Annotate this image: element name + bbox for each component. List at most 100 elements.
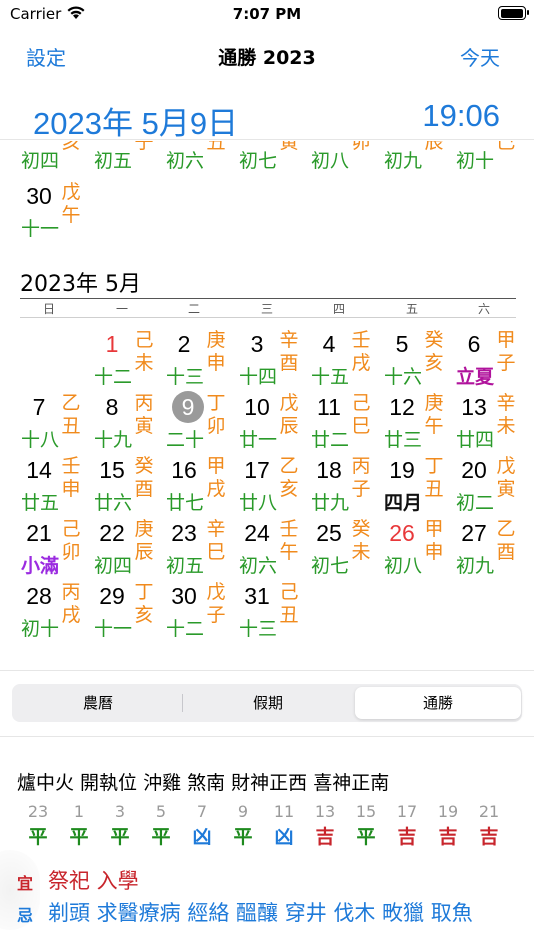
view-segmented-control[interactable]: 農曆 假期 通勝	[12, 684, 522, 722]
day-cell[interactable]: 12 廿三 庚午	[381, 392, 453, 454]
ganzhi-label: 子	[134, 141, 154, 153]
lunar-date: 四月	[383, 492, 422, 514]
day-cell[interactable]: 9 二十 丁卯	[163, 391, 235, 454]
day-number: 29	[99, 583, 125, 609]
prev-month-day-cell[interactable]: 初九辰	[381, 141, 453, 203]
day-cell[interactable]: 28 初十 丙戌	[18, 581, 90, 643]
luck-label: 吉	[315, 826, 335, 848]
day-cell[interactable]: 27 初九 乙酉	[453, 518, 525, 580]
lunar-date: 十四	[238, 366, 277, 388]
day-cell[interactable]: 19 四月 丁丑	[381, 455, 453, 517]
segment-lunar[interactable]: 農曆	[15, 687, 181, 719]
lunar-date: 廿三	[383, 429, 422, 451]
yi-label: 宜	[17, 874, 34, 893]
day-cell[interactable]: 30 十二 戊子	[163, 581, 235, 643]
hour-label: 5	[155, 802, 167, 821]
status-bar: Carrier 7:07 PM	[0, 0, 534, 28]
day-cell[interactable]: 15 廿六 癸酉	[91, 455, 163, 517]
day-cell[interactable]: 20 初二 戊寅	[453, 455, 525, 517]
day-number: 31	[244, 583, 270, 609]
day-number: 3	[250, 331, 264, 357]
prev-month-day-cell[interactable]: 初七寅	[236, 141, 308, 203]
day-cell[interactable]: 23 初五 辛巳	[163, 518, 235, 580]
ganzhi-label: 庚申	[206, 329, 226, 374]
luck-label: 平	[151, 826, 171, 848]
calendar-scroll[interactable]: 2023年 5月 日一二三四五六 初四亥初五子初六丑初七寅初八卯初九辰初十巳 30…	[0, 141, 534, 671]
ganzhi-label: 丙寅	[134, 392, 154, 437]
lunar-date: 初八	[383, 555, 422, 577]
lunar-date: 十一	[20, 218, 59, 240]
day-number: 28	[26, 583, 52, 609]
day-cell[interactable]: 31 十三 己丑	[236, 581, 308, 643]
day-number: 23	[171, 520, 197, 546]
weekday-label: 五	[405, 302, 418, 316]
ganzhi-label: 庚辰	[134, 518, 154, 563]
lunar-date: 初十	[20, 618, 59, 640]
day-cell[interactable]: 6 立夏 甲子	[453, 329, 525, 391]
day-cell[interactable]: 5 十六 癸亥	[381, 329, 453, 391]
day-number: 20	[461, 457, 487, 483]
day-number: 25	[316, 520, 342, 546]
day-number: 8	[105, 394, 119, 420]
hour-luck-cell: 1平	[59, 802, 99, 849]
day-cell[interactable]: 8 十九 丙寅	[91, 392, 163, 454]
day-cell[interactable]: 13 廿四 辛未	[453, 392, 525, 454]
day-cell[interactable]: 3 十四 辛酉	[236, 329, 308, 391]
lunar-date: 初二	[455, 492, 494, 514]
day-cell[interactable]: 14 廿五 壬申	[18, 455, 90, 517]
hour-label: 19	[437, 802, 459, 821]
hour-luck-cell: 23 平	[18, 802, 58, 849]
ganzhi-label: 丁亥	[134, 581, 154, 626]
ganzhi-label: 丙戌	[61, 581, 81, 626]
day-number: 4	[322, 331, 336, 357]
day-number: 13	[461, 394, 487, 420]
lunar-date: 立夏	[455, 366, 494, 388]
luck-label: 吉	[438, 826, 458, 848]
day-cell[interactable]: 22 初四 庚辰	[91, 518, 163, 580]
hour-luck-cell: 11 凶	[264, 802, 304, 849]
day-number: 10	[244, 394, 270, 420]
lunar-date: 初五	[93, 150, 132, 172]
day-number: 2	[177, 331, 191, 357]
day-cell[interactable]: 4 十五 壬戌	[308, 329, 380, 391]
prev-month-day-cell[interactable]: 初十巳	[453, 141, 525, 203]
day-cell[interactable]: 10 廿一 戊辰	[236, 392, 308, 454]
segment-almanac[interactable]: 通勝	[355, 687, 521, 719]
day-cell[interactable]: 21 小滿 己卯	[18, 518, 90, 580]
ganzhi-label: 乙酉	[496, 518, 516, 563]
prev-month-day-cell[interactable]: 30 十一 戊午	[18, 181, 90, 243]
day-cell[interactable]: 25 初七 癸未	[308, 518, 380, 580]
weekday-label: 四	[332, 302, 345, 316]
day-cell[interactable]: 24 初六 壬午	[236, 518, 308, 580]
ganzhi-label: 辛未	[496, 392, 516, 437]
current-time[interactable]: 19:06	[422, 98, 500, 134]
hour-luck-cell: 13 吉	[305, 802, 345, 849]
hour-label: 9	[237, 802, 249, 821]
month-title: 2023年 5月	[20, 272, 141, 297]
weekday-label: 三	[260, 302, 273, 316]
ganzhi-label: 甲戌	[206, 455, 226, 500]
prev-month-day-cell[interactable]: 初六丑	[163, 141, 235, 203]
today-button[interactable]: 今天	[460, 42, 500, 71]
weekday-label: 二	[187, 302, 200, 316]
day-cell[interactable]: 1 十二 己未	[91, 329, 163, 391]
day-cell[interactable]: 2 十三 庚申	[163, 329, 235, 391]
lunar-date: 初六	[238, 555, 277, 577]
current-date[interactable]: 2023年 5月9日	[33, 98, 238, 143]
prev-month-day-cell[interactable]: 初五子	[91, 141, 163, 203]
day-number: 16	[171, 457, 197, 483]
weekday-label: 日	[42, 302, 55, 316]
day-cell[interactable]: 11 廿二 己巳	[308, 392, 380, 454]
day-cell[interactable]: 26 初八 甲申	[381, 518, 453, 580]
day-cell[interactable]: 18 廿九 丙子	[308, 455, 380, 517]
day-cell[interactable]: 17 廿八 乙亥	[236, 455, 308, 517]
lunar-date: 廿七	[165, 492, 204, 514]
hour-luck-cell: 9平	[223, 802, 263, 849]
hour-luck-cell: 17 吉	[387, 802, 427, 849]
segment-holidays[interactable]: 假期	[185, 687, 351, 719]
prev-month-day-cell[interactable]: 初八卯	[308, 141, 380, 203]
day-cell[interactable]: 16 廿七 甲戌	[163, 455, 235, 517]
ganzhi-label: 壬戌	[351, 329, 371, 374]
day-cell[interactable]: 7 十八 乙丑	[18, 392, 90, 454]
day-cell[interactable]: 29 十一 丁亥	[91, 581, 163, 643]
